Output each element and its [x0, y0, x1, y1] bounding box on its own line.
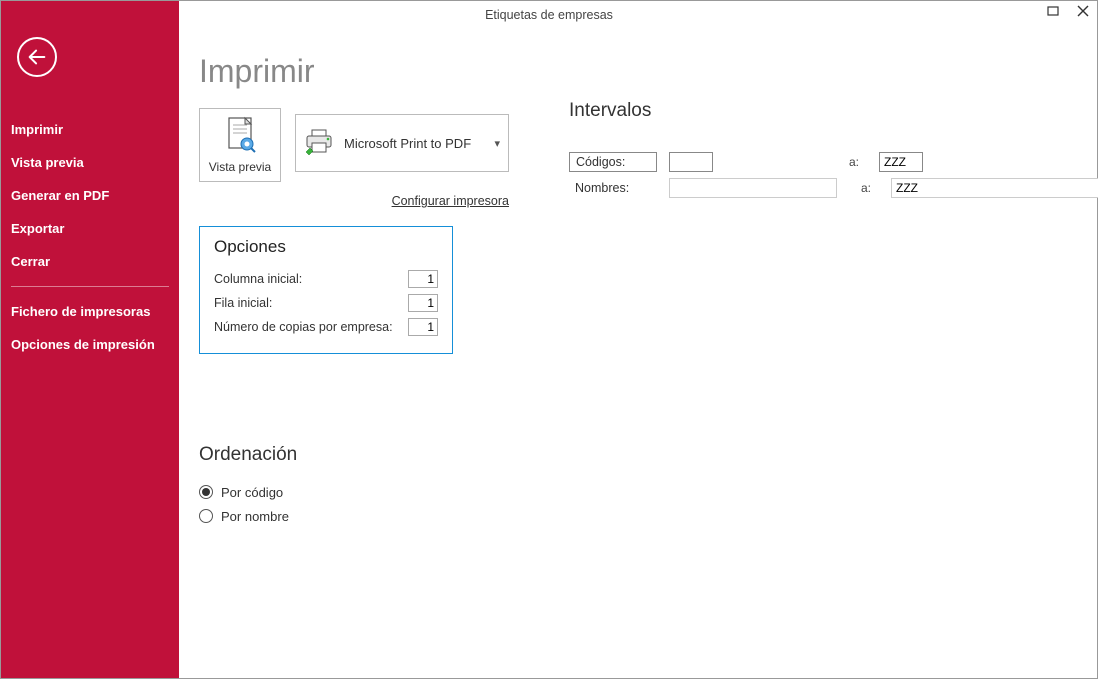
codigos-label: Códigos:	[569, 152, 657, 172]
sidebar-item-fichero-impresoras[interactable]: Fichero de impresoras	[1, 295, 179, 328]
intervalos-panel: Intervalos Códigos: a: Nombres: a:	[569, 100, 1098, 202]
vista-previa-button[interactable]: Vista previa	[199, 108, 281, 182]
document-preview-icon	[223, 116, 257, 156]
nombres-from-input[interactable]	[669, 178, 837, 198]
ordenacion-panel: Ordenación Por código Por nombre	[199, 444, 1077, 528]
opciones-panel: Opciones Columna inicial: Fila inicial: …	[199, 226, 453, 354]
radio-por-codigo[interactable]: Por código	[199, 480, 1077, 504]
intervalos-heading: Intervalos	[569, 100, 1098, 122]
main-content: Imprimir	[179, 29, 1097, 678]
close-icon[interactable]	[1075, 5, 1091, 19]
codigos-from-input[interactable]	[669, 152, 713, 172]
sidebar-item-opciones-impresion[interactable]: Opciones de impresión	[1, 328, 179, 361]
vista-previa-label: Vista previa	[209, 160, 271, 174]
nombres-label: Nombres:	[569, 178, 657, 198]
sidebar-item-imprimir[interactable]: Imprimir	[1, 113, 179, 146]
sidebar-separator	[11, 286, 169, 287]
chevron-down-icon: ▾	[494, 137, 500, 150]
por-codigo-label: Por código	[221, 485, 283, 500]
back-button[interactable]	[17, 37, 57, 77]
configurar-impresora-link[interactable]: Configurar impresora	[199, 194, 509, 208]
printer-dropdown[interactable]: Microsoft Print to PDF ▾	[295, 114, 509, 172]
window-title: Etiquetas de empresas	[485, 8, 613, 22]
ordenacion-heading: Ordenación	[199, 444, 1077, 466]
codigos-sep: a:	[849, 155, 867, 169]
fila-inicial-label: Fila inicial:	[214, 296, 272, 310]
nombres-to-input[interactable]	[891, 178, 1098, 198]
columna-inicial-input[interactable]	[408, 270, 438, 288]
opciones-heading: Opciones	[214, 237, 438, 257]
printer-icon	[304, 129, 334, 158]
nombres-sep: a:	[861, 181, 879, 195]
sidebar-item-generar-pdf[interactable]: Generar en PDF	[1, 179, 179, 212]
sidebar-item-vista-previa[interactable]: Vista previa	[1, 146, 179, 179]
sidebar-item-cerrar[interactable]: Cerrar	[1, 245, 179, 278]
maximize-icon[interactable]	[1045, 5, 1061, 19]
fila-inicial-input[interactable]	[408, 294, 438, 312]
por-nombre-label: Por nombre	[221, 509, 289, 524]
copias-label: Número de copias por empresa:	[214, 320, 393, 334]
columna-inicial-label: Columna inicial:	[214, 272, 302, 286]
printer-name: Microsoft Print to PDF	[344, 136, 471, 151]
radio-icon-checked	[199, 485, 213, 499]
sidebar-item-exportar[interactable]: Exportar	[1, 212, 179, 245]
codigos-to-input[interactable]	[879, 152, 923, 172]
copias-input[interactable]	[408, 318, 438, 336]
radio-icon-unchecked	[199, 509, 213, 523]
page-title: Imprimir	[199, 53, 1077, 90]
radio-por-nombre[interactable]: Por nombre	[199, 504, 1077, 528]
sidebar: Imprimir Vista previa Generar en PDF Exp…	[1, 1, 179, 678]
